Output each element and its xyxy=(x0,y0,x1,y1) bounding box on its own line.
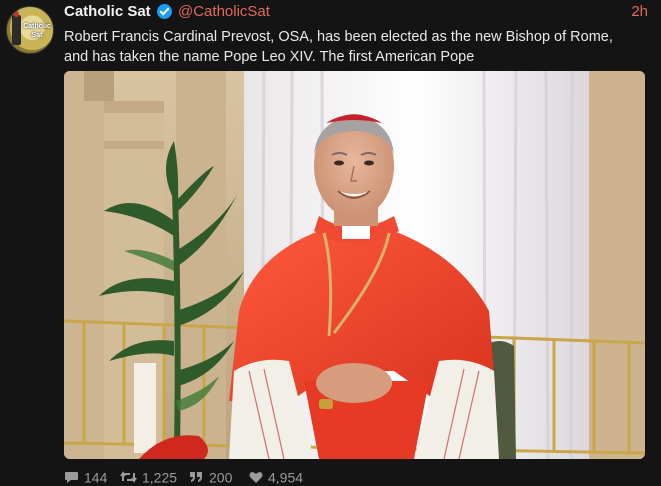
avatar[interactable]: Catholic Sat xyxy=(6,6,54,54)
tweet-text-line: and has taken the name Pope Leo XIV. The… xyxy=(64,49,475,65)
reply-count: 144 xyxy=(84,469,108,486)
heart-icon xyxy=(249,471,263,483)
reply-icon xyxy=(65,472,78,484)
tweet-header: Catholic Sat @CatholicSat 2h xyxy=(64,3,648,23)
quote-count: 200 xyxy=(209,469,233,486)
tweet-timestamp[interactable]: 2h xyxy=(631,3,648,20)
like-button[interactable]: 4,954 xyxy=(249,468,303,485)
quote-button[interactable]: 200 xyxy=(189,468,232,485)
retweet-icon xyxy=(120,471,137,484)
tweet-text-line: Robert Francis Cardinal Prevost, OSA, ha… xyxy=(64,29,613,45)
quote-icon xyxy=(190,472,202,483)
tweet-text: Robert Francis Cardinal Prevost, OSA, ha… xyxy=(64,27,654,67)
reply-button[interactable]: 144 xyxy=(64,468,107,485)
verified-badge-icon xyxy=(157,4,172,19)
tweet-photo[interactable] xyxy=(64,71,645,459)
retweet-count: 1,225 xyxy=(142,469,178,486)
avatar-text: Catholic Sat xyxy=(23,23,51,39)
tweet-card[interactable]: Catholic Sat Catholic Sat @CatholicSat 2… xyxy=(0,0,661,486)
like-count: 4,954 xyxy=(268,469,304,486)
author-name[interactable]: Catholic Sat xyxy=(64,3,151,20)
author-handle[interactable]: @CatholicSat xyxy=(178,3,270,20)
lamp-icon xyxy=(12,11,21,45)
retweet-button[interactable]: 1,225 xyxy=(120,468,177,485)
